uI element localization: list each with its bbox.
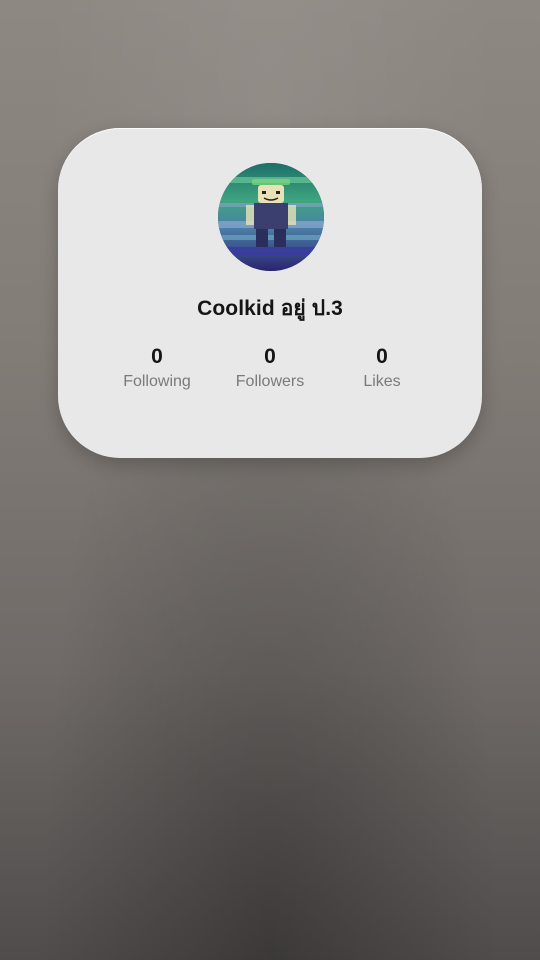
following-label: Following <box>123 373 191 390</box>
stat-likes[interactable]: 0 Likes <box>327 344 437 392</box>
profile-card: Coolkid อยู่ ป.3 0 Following 0 Followers… <box>58 128 482 458</box>
avatar-icon <box>218 163 324 271</box>
avatar[interactable] <box>218 163 324 271</box>
display-name: Coolkid อยู่ ป.3 <box>197 297 343 320</box>
following-count: 0 <box>151 345 163 368</box>
stat-following[interactable]: 0 Following <box>102 344 212 392</box>
stat-followers[interactable]: 0 Followers <box>215 344 325 392</box>
likes-count: 0 <box>376 345 388 368</box>
followers-count: 0 <box>264 345 276 368</box>
likes-label: Likes <box>363 373 401 390</box>
followers-label: Followers <box>235 373 305 390</box>
